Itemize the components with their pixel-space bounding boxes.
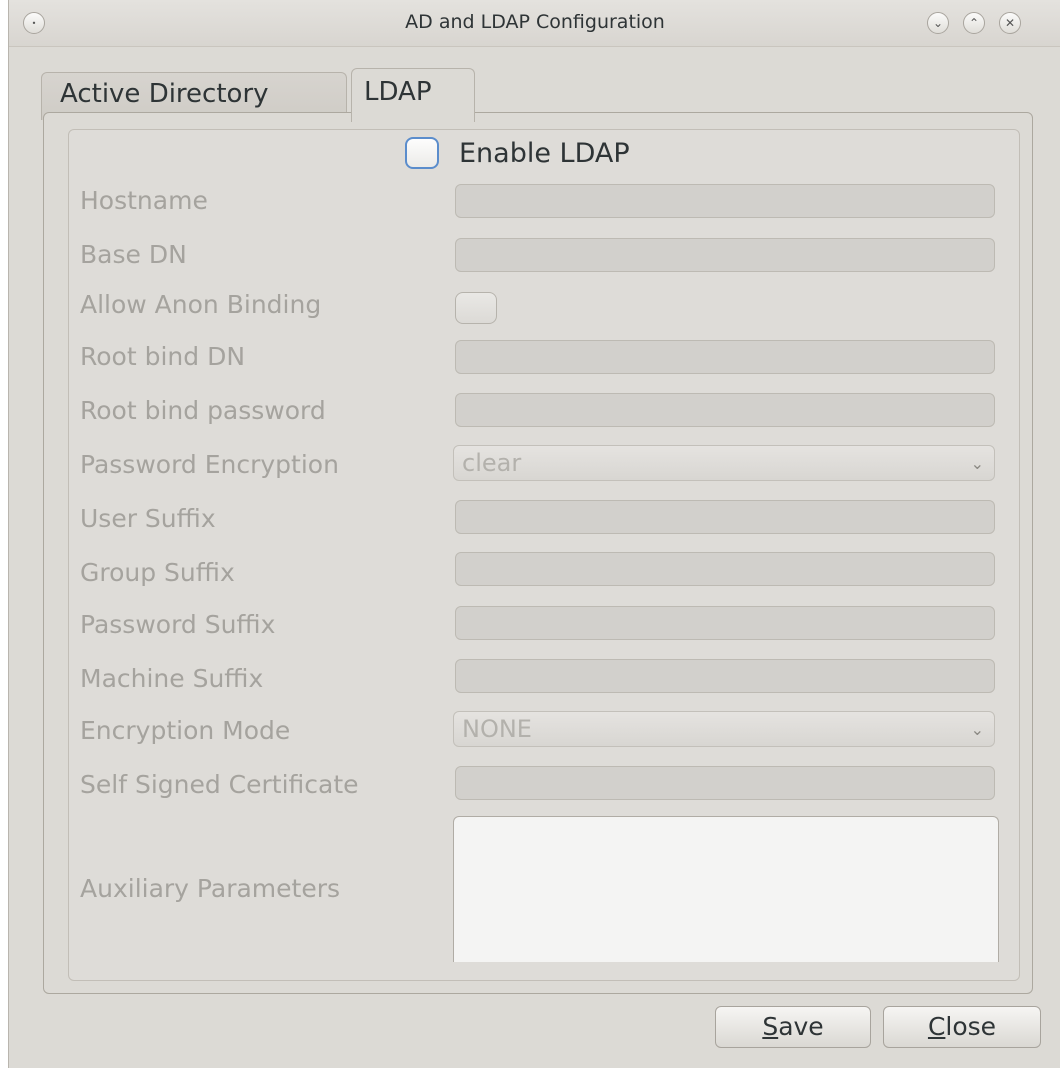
password-encryption-value: clear bbox=[462, 449, 522, 477]
minimize-icon: ⌄ bbox=[932, 16, 944, 30]
encryption-mode-select[interactable]: NONE ⌄ bbox=[453, 711, 995, 747]
root-bind-dn-label: Root bind DN bbox=[80, 342, 246, 371]
encryption-mode-value: NONE bbox=[462, 715, 532, 743]
tab-label: Active Directory bbox=[60, 79, 269, 109]
tab-ldap[interactable]: LDAP bbox=[351, 68, 475, 122]
base-dn-field[interactable] bbox=[455, 238, 995, 272]
chevron-down-icon: ⌄ bbox=[970, 720, 984, 739]
root-bind-password-field[interactable] bbox=[455, 393, 995, 427]
encryption-mode-label: Encryption Mode bbox=[80, 716, 291, 745]
root-bind-password-label: Root bind password bbox=[80, 396, 326, 425]
password-suffix-field[interactable] bbox=[455, 606, 995, 640]
allow-anon-binding-checkbox[interactable] bbox=[455, 292, 497, 324]
enable-ldap-checkbox[interactable] bbox=[405, 137, 439, 169]
user-suffix-field[interactable] bbox=[455, 500, 995, 534]
window-close-button[interactable]: ✕ bbox=[999, 12, 1021, 34]
save-button[interactable]: Save bbox=[715, 1006, 871, 1048]
auxiliary-parameters-textarea[interactable] bbox=[453, 816, 999, 962]
save-mnemonic: S bbox=[762, 1012, 779, 1041]
ad-ldap-config-window: • AD and LDAP Configuration ⌄ ⌃ ✕ Active… bbox=[8, 0, 1060, 1068]
close-icon: ✕ bbox=[1004, 16, 1016, 30]
group-suffix-field[interactable] bbox=[455, 552, 995, 586]
enable-ldap-label[interactable]: Enable LDAP bbox=[459, 138, 630, 169]
maximize-button[interactable]: ⌃ bbox=[963, 12, 985, 34]
password-encryption-label: Password Encryption bbox=[80, 450, 339, 479]
tab-label: LDAP bbox=[364, 77, 432, 107]
password-encryption-select[interactable]: clear ⌄ bbox=[453, 445, 995, 481]
title-bar[interactable]: • AD and LDAP Configuration ⌄ ⌃ ✕ bbox=[9, 0, 1060, 47]
minimize-button[interactable]: ⌄ bbox=[927, 12, 949, 34]
close-label-rest: lose bbox=[945, 1012, 997, 1041]
window-title: AD and LDAP Configuration bbox=[405, 11, 665, 33]
hostname-label: Hostname bbox=[80, 186, 208, 215]
self-signed-certificate-field[interactable] bbox=[455, 766, 995, 800]
chevron-down-icon: ⌄ bbox=[970, 454, 984, 473]
group-suffix-label: Group Suffix bbox=[80, 558, 235, 587]
machine-suffix-field[interactable] bbox=[455, 659, 995, 693]
save-label-rest: ave bbox=[778, 1012, 824, 1041]
maximize-icon: ⌃ bbox=[968, 16, 980, 30]
base-dn-label: Base DN bbox=[80, 240, 187, 269]
close-button[interactable]: Close bbox=[883, 1006, 1041, 1048]
auxiliary-parameters-label: Auxiliary Parameters bbox=[80, 874, 341, 903]
allow-anon-binding-label: Allow Anon Binding bbox=[80, 290, 322, 319]
enable-ldap-row[interactable]: Enable LDAP bbox=[405, 136, 630, 170]
user-suffix-label: User Suffix bbox=[80, 504, 216, 533]
self-signed-certificate-label: Self Signed Certificate bbox=[80, 770, 359, 799]
root-bind-dn-field[interactable] bbox=[455, 340, 995, 374]
hostname-field[interactable] bbox=[455, 184, 995, 218]
password-suffix-label: Password Suffix bbox=[80, 610, 276, 639]
close-mnemonic: C bbox=[927, 1012, 946, 1041]
machine-suffix-label: Machine Suffix bbox=[80, 664, 264, 693]
